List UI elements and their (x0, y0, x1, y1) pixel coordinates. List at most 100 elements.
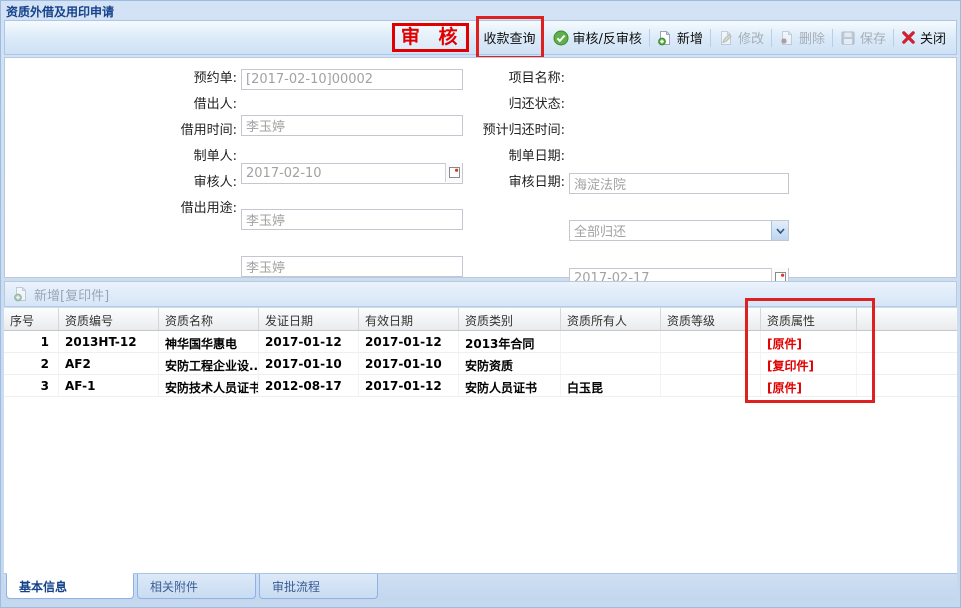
request-form-panel: 预约单: 借出人: 借用时间: 制单人: 审核人: 项目名称: 归还状态: (4, 57, 957, 278)
audit-unaudit-button[interactable]: 审核/反审核 (553, 28, 642, 47)
approved-stamp: 审 核 (392, 23, 469, 52)
column-header-grade[interactable]: 资质等级 (661, 308, 761, 330)
save-label: 保存 (860, 28, 886, 47)
tab-attachments[interactable]: 相关附件 (137, 574, 256, 599)
edit-label: 修改 (738, 28, 764, 47)
cell-attribute: [复印件] (761, 353, 857, 374)
delete-button[interactable]: 删除 (779, 28, 825, 47)
grid-header-row: 序号 资质编号 资质名称 发证日期 有效日期 资质类别 资质所有人 资质等级 资… (4, 308, 957, 331)
tab-approval-flow[interactable]: 审批流程 (259, 574, 378, 599)
cell-name: 神华国华惠电 (159, 331, 259, 352)
project-name-input[interactable] (569, 173, 789, 194)
cell-seq: 3 (4, 375, 59, 396)
toolbar-separator (649, 29, 650, 47)
toolbar-separator (893, 29, 894, 47)
cell-valid: 2017-01-12 (359, 331, 459, 352)
cell-attribute: [原件] (761, 375, 857, 396)
create-date-label: 制单日期: (415, 146, 565, 168)
cell-name: 安防工程企业设... (159, 353, 259, 374)
delete-icon (779, 30, 795, 46)
column-header-category[interactable]: 资质类别 (459, 308, 561, 330)
application-window: 资质外借及用印申请 审 核 收款查询 审核/反审核 新增 修改 (0, 0, 961, 608)
close-button[interactable]: 关闭 (901, 28, 946, 47)
cell-grade (661, 375, 761, 396)
borrow-date-label: 借用时间: (87, 120, 237, 142)
save-icon (840, 30, 856, 46)
creator-input[interactable] (241, 209, 463, 230)
toolbar-separator (832, 29, 833, 47)
cell-seq: 2 (4, 353, 59, 374)
cell-name: 安防技术人员证书 (159, 375, 259, 396)
payment-query-label: 收款查询 (484, 32, 536, 47)
cell-seq: 1 (4, 331, 59, 352)
cell-category: 安防人员证书 (459, 375, 561, 396)
cell-owner: 白玉昆 (561, 375, 661, 396)
add-icon (657, 30, 673, 46)
cell-valid: 2017-01-10 (359, 353, 459, 374)
column-header-name[interactable]: 资质名称 (159, 308, 259, 330)
approve-icon (553, 30, 569, 46)
delete-label: 删除 (799, 28, 825, 47)
table-row[interactable]: 2 AF2 安防工程企业设... 2017-01-10 2017-01-10 安… (4, 353, 957, 375)
toolbar-separator (710, 29, 711, 47)
expected-return-label: 预计归还时间: (415, 120, 565, 142)
column-header-code[interactable]: 资质编号 (59, 308, 159, 330)
tab-label: 相关附件 (150, 578, 198, 595)
cell-grade (661, 331, 761, 352)
creator-label: 制单人: (87, 146, 237, 168)
auditor-input[interactable] (241, 256, 463, 277)
tab-basic-info[interactable]: 基本信息 (6, 573, 134, 599)
add-copy-icon (13, 286, 29, 302)
table-row[interactable]: 3 AF-1 安防技术人员证书 2012-08-17 2017-01-12 安防… (4, 375, 957, 397)
toolbar-separator (771, 29, 772, 47)
tab-label: 审批流程 (272, 578, 320, 595)
cell-grade (661, 353, 761, 374)
close-label: 关闭 (920, 28, 946, 47)
cell-code: AF2 (59, 353, 159, 374)
qualification-grid: 序号 资质编号 资质名称 发证日期 有效日期 资质类别 资质所有人 资质等级 资… (4, 308, 957, 574)
lender-label: 借出人: (87, 94, 237, 116)
cell-code: 2013HT-12 (59, 331, 159, 352)
chevron-down-icon[interactable] (771, 221, 788, 240)
cell-filler (857, 353, 957, 374)
bottom-tabstrip: 基本信息 相关附件 审批流程 (4, 574, 957, 601)
cell-category: 2013年合同 (459, 331, 561, 352)
grid-toolbar: 新增[复印件] (4, 281, 957, 307)
main-toolbar: 审 核 收款查询 审核/反审核 新增 修改 删除 (4, 20, 957, 55)
cell-code: AF-1 (59, 375, 159, 396)
reservation-no-label: 预约单: (87, 68, 237, 90)
close-icon (901, 30, 916, 45)
add-button[interactable]: 新增 (657, 28, 703, 47)
column-header-filler (857, 308, 957, 330)
payment-query-button[interactable]: 收款查询 (476, 16, 544, 59)
edit-icon (718, 30, 734, 46)
tab-label: 基本信息 (19, 578, 67, 595)
project-name-label: 项目名称: (415, 68, 565, 90)
cell-category: 安防资质 (459, 353, 561, 374)
cell-filler (857, 331, 957, 352)
cell-issue: 2012-08-17 (259, 375, 359, 396)
cell-attribute: [原件] (761, 331, 857, 352)
return-status-label: 归还状态: (415, 94, 565, 116)
column-header-valid[interactable]: 有效日期 (359, 308, 459, 330)
audit-date-label: 审核日期: (415, 172, 565, 194)
add-label: 新增 (677, 28, 703, 47)
cell-filler (857, 375, 957, 396)
cell-issue: 2017-01-10 (259, 353, 359, 374)
column-header-attribute[interactable]: 资质属性 (761, 308, 857, 330)
purpose-label: 借出用途: (87, 198, 237, 220)
cell-valid: 2017-01-12 (359, 375, 459, 396)
column-header-seq[interactable]: 序号 (4, 308, 59, 330)
audit-unaudit-label: 审核/反审核 (573, 28, 642, 47)
auditor-label: 审核人: (87, 172, 237, 194)
save-button[interactable]: 保存 (840, 28, 886, 47)
cell-owner (561, 331, 661, 352)
return-status-select[interactable] (569, 220, 789, 241)
cell-owner (561, 353, 661, 374)
add-copy-button[interactable]: 新增[复印件] (34, 285, 109, 304)
cell-issue: 2017-01-12 (259, 331, 359, 352)
column-header-owner[interactable]: 资质所有人 (561, 308, 661, 330)
column-header-issue[interactable]: 发证日期 (259, 308, 359, 330)
table-row[interactable]: 1 2013HT-12 神华国华惠电 2017-01-12 2017-01-12… (4, 331, 957, 353)
edit-button[interactable]: 修改 (718, 28, 764, 47)
